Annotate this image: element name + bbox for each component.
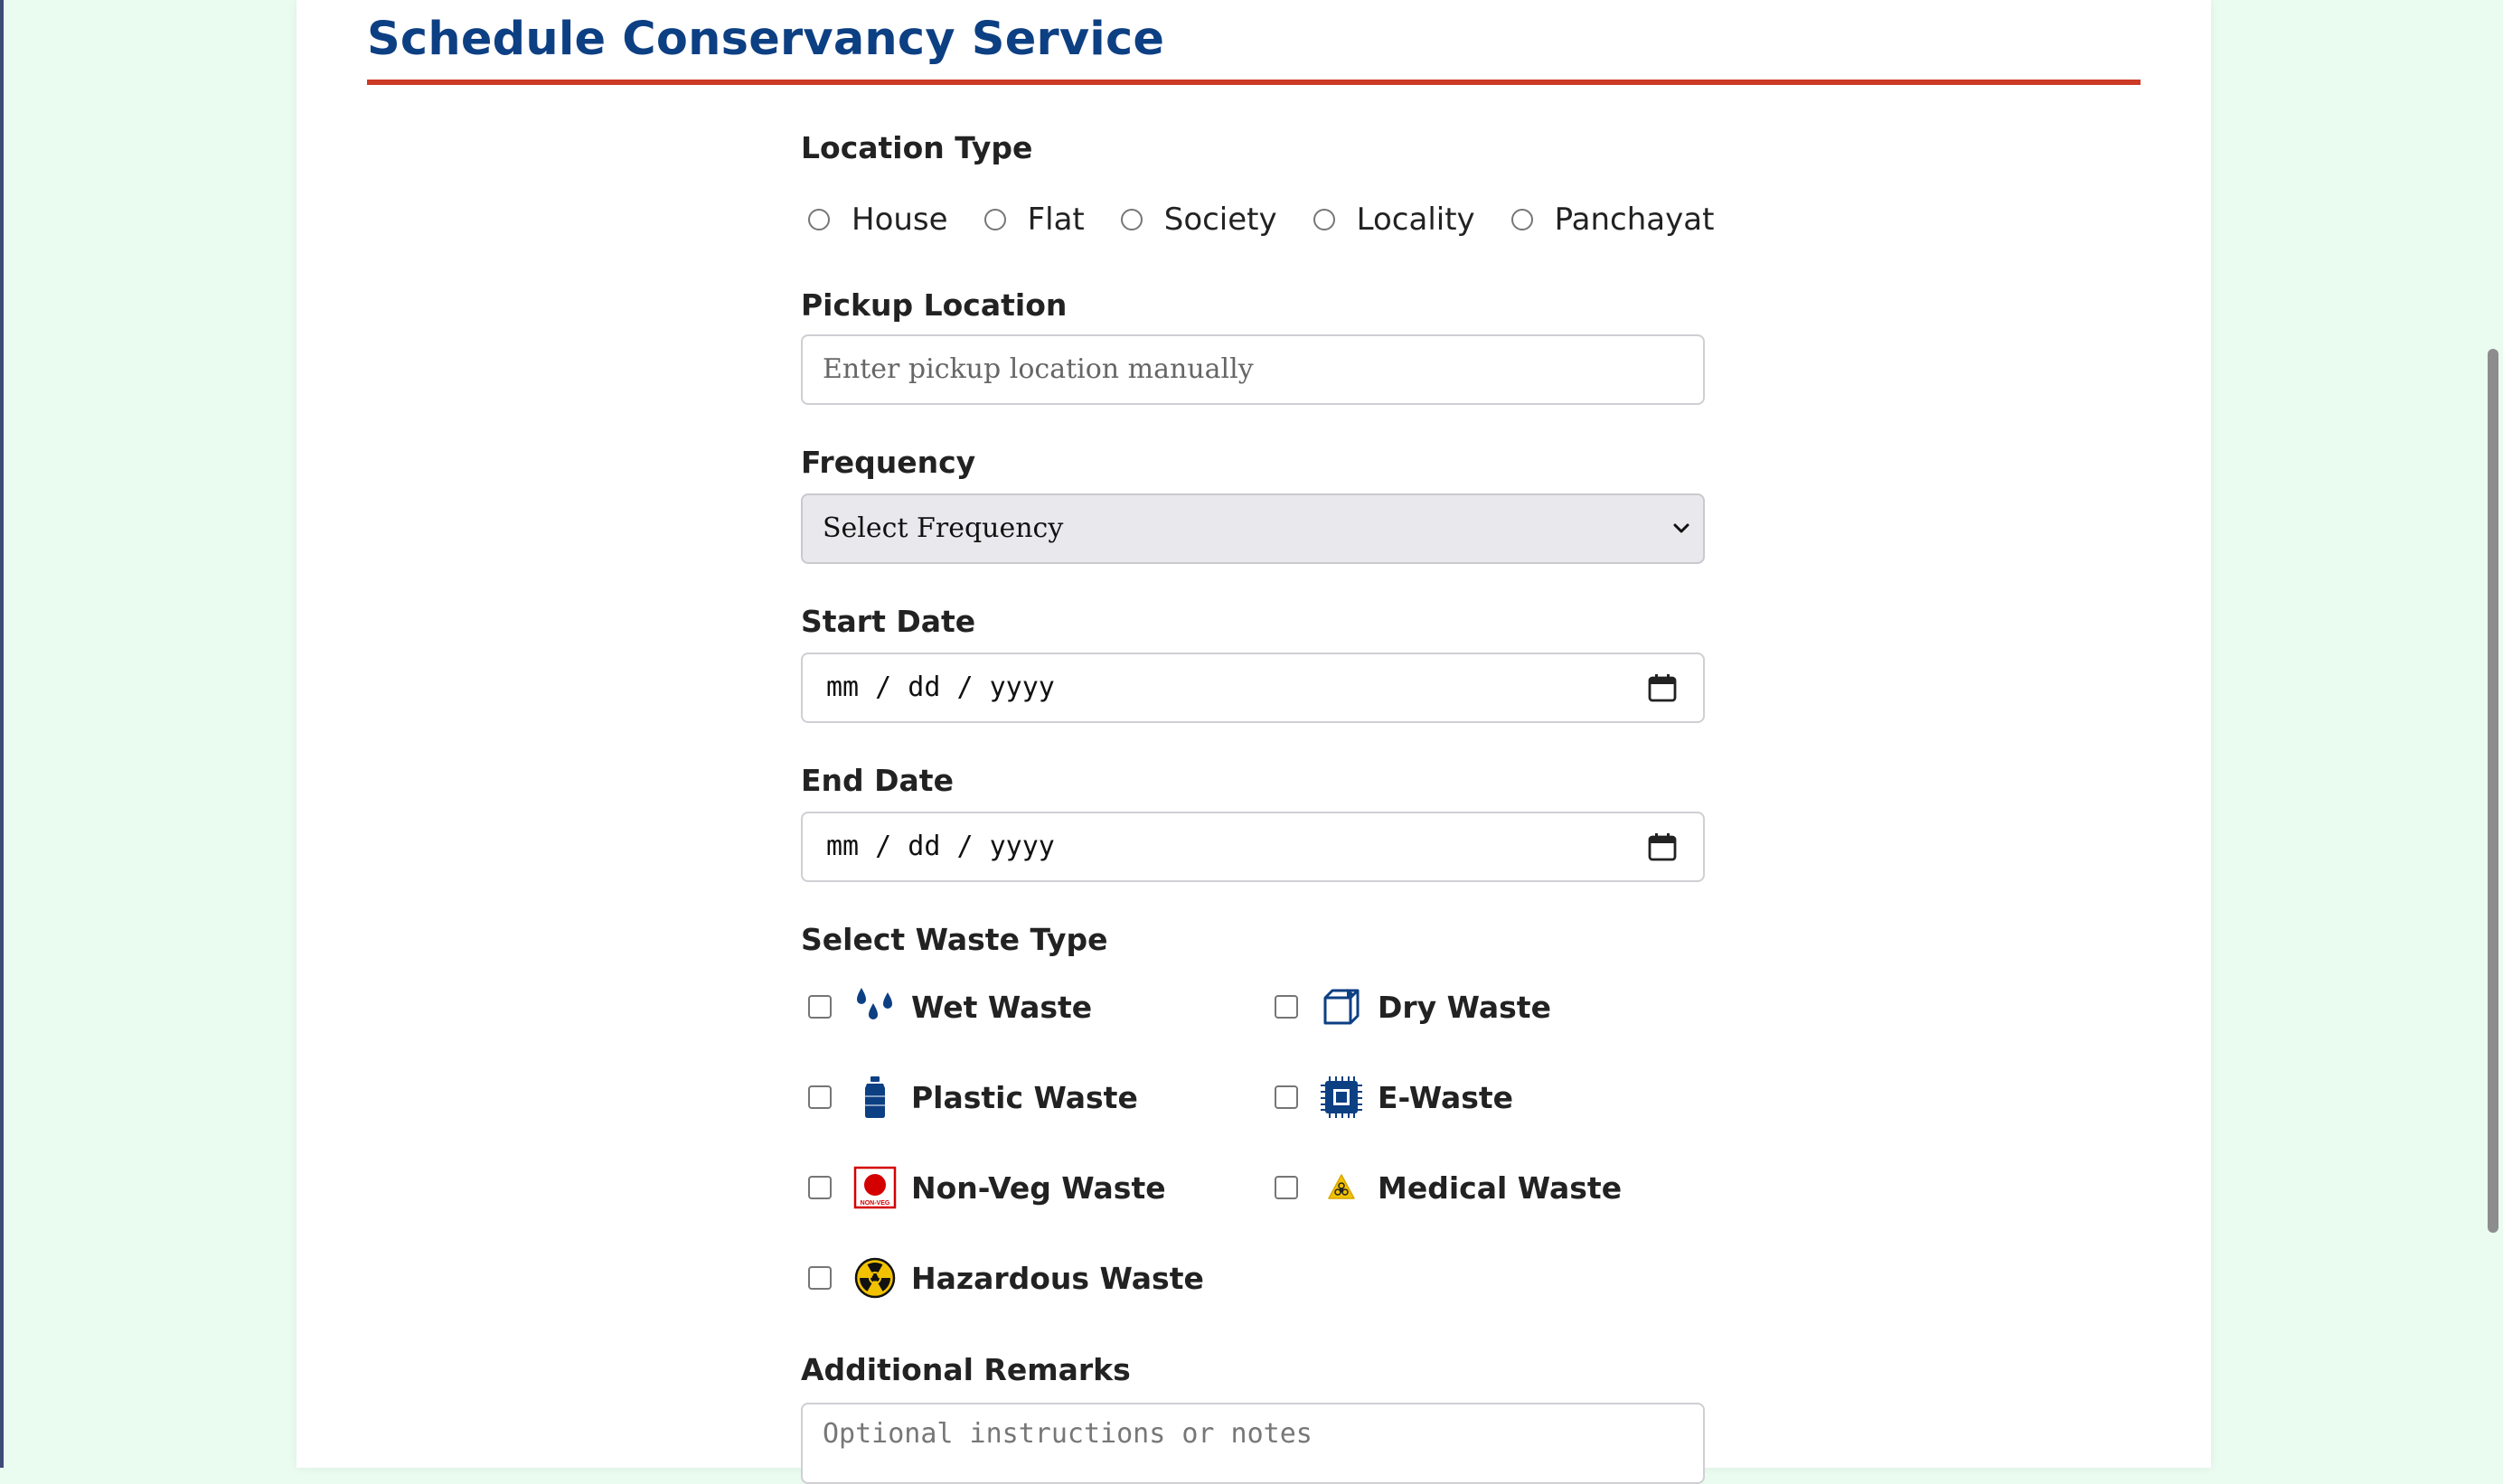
radio-label: Society	[1163, 202, 1277, 238]
location-type-label: Location Type	[801, 130, 1033, 165]
radio-option-panchayat[interactable]: Panchayat	[1510, 202, 1715, 238]
title-underline	[367, 80, 2141, 85]
biohazard-icon	[1320, 1166, 1363, 1209]
remarks-label: Additional Remarks	[801, 1352, 1131, 1387]
calendar-icon[interactable]	[1647, 831, 1678, 862]
radiation-icon	[853, 1256, 897, 1300]
radio-option-house[interactable]: House	[808, 202, 948, 238]
frequency-label: Frequency	[801, 445, 976, 480]
chevron-down-icon	[1673, 523, 1689, 533]
calendar-icon[interactable]	[1647, 672, 1678, 703]
page-title: Schedule Conservancy Service	[367, 13, 1165, 66]
radio-button[interactable]	[1120, 209, 1143, 230]
checkbox[interactable]	[808, 1176, 832, 1199]
scrollbar-thumb[interactable]	[2488, 349, 2498, 1233]
waste-label: Plastic Waste	[911, 1079, 1138, 1115]
checkbox[interactable]	[808, 1085, 832, 1109]
start-date-placeholder: mm / dd / yyyy	[826, 672, 1055, 703]
waste-option-e-waste[interactable]: E-Waste	[1267, 1070, 1513, 1124]
end-date-label: End Date	[801, 763, 954, 798]
box-icon	[1320, 985, 1363, 1028]
waste-label: Hazardous Waste	[911, 1260, 1204, 1296]
checkbox[interactable]	[1275, 1085, 1298, 1109]
remarks-textarea[interactable]: Optional instructions or notes	[801, 1403, 1705, 1484]
waste-type-label: Select Waste Type	[801, 922, 1108, 957]
waste-label: Medical Waste	[1378, 1169, 1623, 1206]
radio-button[interactable]	[808, 209, 830, 230]
checkbox[interactable]	[1275, 995, 1298, 1019]
radio-button[interactable]	[983, 209, 1006, 230]
waste-label: Non-Veg Waste	[911, 1169, 1166, 1206]
waste-label: Wet Waste	[911, 989, 1093, 1025]
start-date-input[interactable]: mm / dd / yyyy	[801, 653, 1705, 723]
radio-option-society[interactable]: Society	[1120, 202, 1277, 238]
radio-label: Flat	[1027, 202, 1085, 238]
location-type-radio-group: House Flat Society Locality Panchayat	[808, 197, 1750, 242]
end-date-placeholder: mm / dd / yyyy	[826, 831, 1055, 862]
chip-icon	[1320, 1075, 1363, 1119]
checkbox[interactable]	[1275, 1176, 1298, 1199]
waste-option-non-veg[interactable]: NON-VEG Non-Veg Waste	[801, 1160, 1166, 1215]
waste-option-plastic[interactable]: Plastic Waste	[801, 1070, 1138, 1124]
waste-option-hazardous[interactable]: Hazardous Waste	[801, 1251, 1204, 1305]
pickup-location-input[interactable]: Enter pickup location manually	[801, 334, 1705, 405]
radio-option-flat[interactable]: Flat	[983, 202, 1085, 238]
remarks-placeholder: Optional instructions or notes	[823, 1418, 1313, 1450]
waste-label: Dry Waste	[1378, 989, 1551, 1025]
non-veg-icon-text: NON-VEG	[861, 1200, 890, 1207]
frequency-select[interactable]: Select Frequency	[801, 493, 1705, 564]
radio-button[interactable]	[1510, 209, 1533, 230]
waste-option-medical[interactable]: Medical Waste	[1267, 1160, 1622, 1215]
bottle-icon	[853, 1075, 897, 1119]
frequency-selected-value: Select Frequency	[823, 512, 1064, 544]
start-date-label: Start Date	[801, 604, 976, 639]
radio-label: Panchayat	[1554, 202, 1715, 238]
checkbox[interactable]	[808, 1266, 832, 1290]
left-edge-border	[0, 0, 4, 1468]
radio-option-locality[interactable]: Locality	[1313, 202, 1475, 238]
radio-button[interactable]	[1313, 209, 1335, 230]
end-date-input[interactable]: mm / dd / yyyy	[801, 812, 1705, 882]
radio-label: Locality	[1356, 202, 1475, 238]
pickup-location-placeholder: Enter pickup location manually	[823, 353, 1254, 385]
water-drops-icon	[853, 985, 897, 1028]
waste-label: E-Waste	[1378, 1079, 1514, 1115]
waste-option-dry[interactable]: Dry Waste	[1267, 980, 1551, 1034]
pickup-location-label: Pickup Location	[801, 287, 1068, 323]
radio-label: House	[852, 202, 948, 238]
checkbox[interactable]	[808, 995, 832, 1019]
waste-option-wet[interactable]: Wet Waste	[801, 980, 1092, 1034]
non-veg-icon: NON-VEG	[853, 1166, 897, 1209]
